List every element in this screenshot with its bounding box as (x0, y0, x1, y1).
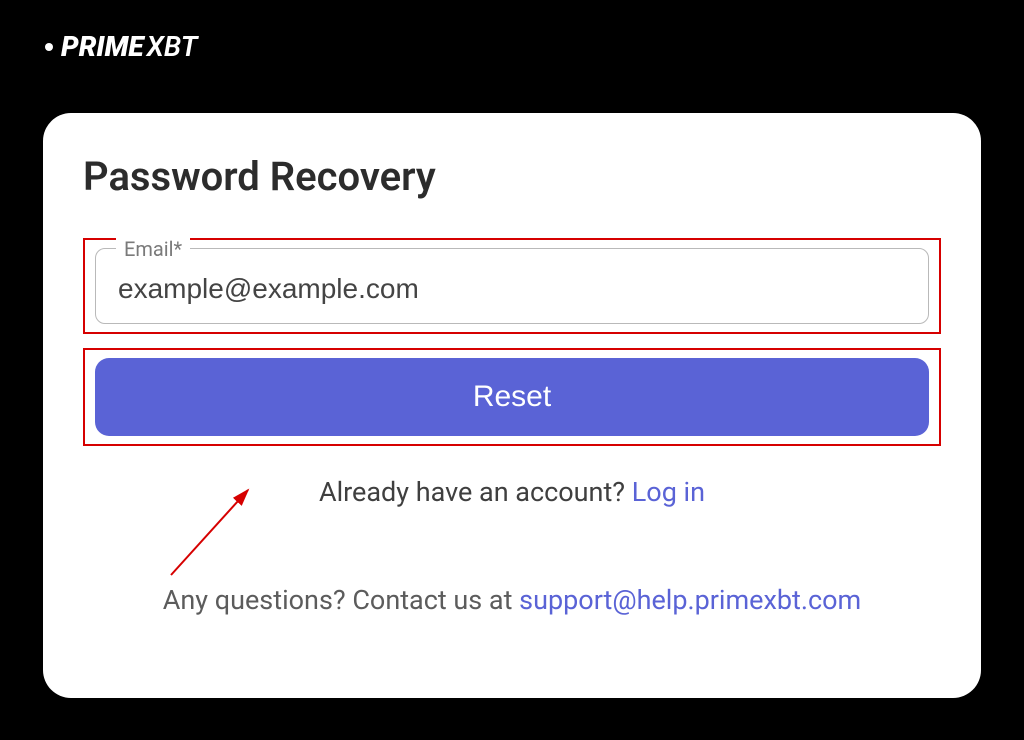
reset-button[interactable]: Reset (95, 358, 929, 436)
recovery-card: Password Recovery Email* Reset Already h… (43, 113, 981, 698)
login-link[interactable]: Log in (632, 476, 705, 508)
login-row: Already have an account? Log in (83, 476, 941, 508)
questions-row: Any questions? Contact us at support@hel… (83, 584, 941, 616)
support-email-link[interactable]: support@help.primexbt.com (519, 584, 861, 616)
login-prompt: Already have an account? (319, 476, 632, 508)
email-input[interactable] (118, 273, 910, 305)
logo-xbt: XBT (147, 30, 198, 63)
reset-highlight-box: Reset (83, 348, 941, 446)
questions-prompt: Any questions? Contact us at (163, 584, 519, 616)
page-root: PRIMEXBT Password Recovery Email* Reset … (0, 0, 1024, 740)
logo-text: PRIMEXBT (61, 30, 197, 63)
email-highlight-box: Email* (83, 238, 941, 334)
page-title: Password Recovery (83, 153, 941, 200)
email-label: Email* (116, 237, 190, 261)
brand-logo: PRIMEXBT (45, 30, 197, 63)
email-field-wrapper: Email* (95, 248, 929, 324)
logo-dot-icon (45, 43, 53, 51)
logo-prime: PRIME (61, 30, 144, 63)
